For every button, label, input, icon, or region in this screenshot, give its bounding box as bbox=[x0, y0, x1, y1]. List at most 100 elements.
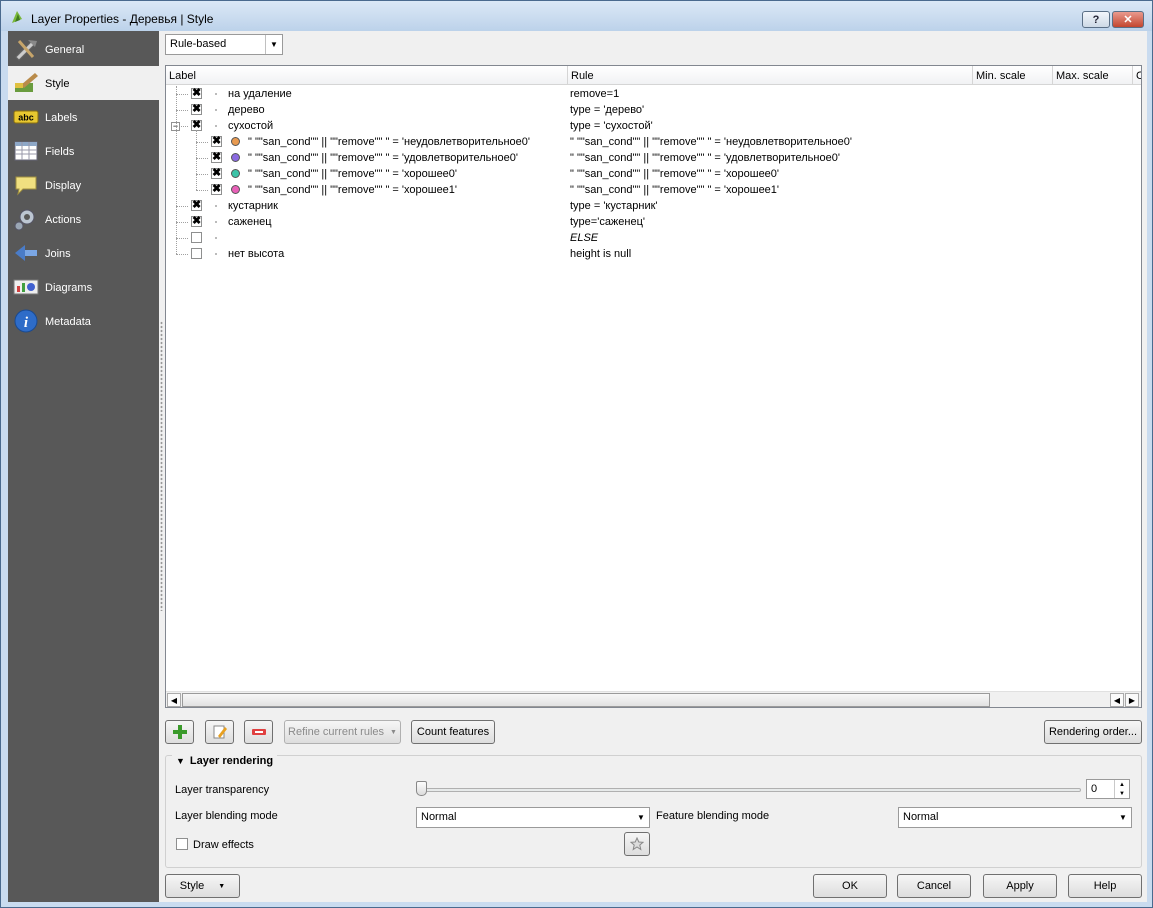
feature-blending-value: Normal bbox=[903, 811, 939, 823]
rule-row[interactable]: ✖ дерево type = 'дерево' bbox=[166, 102, 1141, 118]
layer-blending-value: Normal bbox=[421, 811, 457, 823]
column-header-min-scale[interactable]: Min. scale bbox=[973, 66, 1053, 85]
refine-rules-button[interactable]: Refine current rules ▼ bbox=[284, 720, 401, 744]
tree-branch-line bbox=[196, 190, 208, 191]
close-window-button[interactable]: ✕ bbox=[1112, 11, 1144, 28]
column-header-extra[interactable]: C bbox=[1133, 66, 1141, 85]
labels-icon: abc bbox=[13, 105, 39, 129]
horizontal-scrollbar[interactable]: ◀ ◀ ▶ bbox=[166, 691, 1141, 707]
diagrams-icon bbox=[13, 275, 39, 299]
rule-checkbox[interactable]: ✖ bbox=[191, 104, 202, 115]
rule-label: " ""san_cond"" || ""remove"" " = 'хороше… bbox=[248, 168, 458, 180]
scroll-left-end-icon[interactable]: ◀ bbox=[1110, 693, 1124, 707]
effects-settings-button[interactable] bbox=[624, 832, 650, 856]
rule-checkbox[interactable] bbox=[191, 232, 202, 243]
rule-row[interactable]: ✖ " ""san_cond"" || ""remove"" " = 'хорош… bbox=[166, 166, 1141, 182]
rule-checkbox[interactable]: ✖ bbox=[191, 88, 202, 99]
rule-checkbox[interactable]: ✖ bbox=[191, 216, 202, 227]
feature-blending-label: Feature blending mode bbox=[656, 810, 770, 822]
ok-button[interactable]: OK bbox=[813, 874, 887, 898]
add-rule-icon bbox=[172, 725, 187, 739]
help-button[interactable]: Help bbox=[1068, 874, 1142, 898]
apply-button[interactable]: Apply bbox=[983, 874, 1057, 898]
rule-checkbox[interactable]: ✖ bbox=[211, 136, 222, 147]
sidebar-item-label: General bbox=[45, 44, 85, 56]
rule-row[interactable]: ✖ " ""san_cond"" || ""remove"" " = 'неудо… bbox=[166, 134, 1141, 150]
sidebar-item-actions[interactable]: Actions bbox=[8, 202, 159, 236]
layer-blending-select[interactable]: Normal ▼ bbox=[416, 807, 650, 828]
column-header-max-scale[interactable]: Max. scale bbox=[1053, 66, 1133, 85]
rule-checkbox[interactable]: ✖ bbox=[191, 200, 202, 211]
sidebar-item-diagrams[interactable]: Diagrams bbox=[8, 270, 159, 304]
rule-checkbox[interactable] bbox=[191, 248, 202, 259]
rule-expression: type = 'дерево' bbox=[570, 104, 645, 116]
sidebar-item-style[interactable]: Style bbox=[8, 66, 159, 100]
star-icon bbox=[630, 837, 644, 851]
draw-effects-label: Draw effects bbox=[193, 839, 254, 851]
scroll-thumb[interactable] bbox=[182, 693, 990, 707]
scroll-left-icon[interactable]: ◀ bbox=[167, 693, 181, 707]
scroll-right-icon[interactable]: ▶ bbox=[1125, 693, 1139, 707]
sidebar: General Style abc Labels Fields Display Action… bbox=[8, 31, 159, 902]
column-header-rule[interactable]: Rule bbox=[568, 66, 973, 85]
spin-arrows-icon[interactable]: ▲ ▼ bbox=[1114, 780, 1129, 798]
symbol-swatch bbox=[215, 253, 217, 255]
sidebar-item-display[interactable]: Display bbox=[8, 168, 159, 202]
rule-expression: height is null bbox=[570, 248, 632, 260]
rule-row[interactable]: ✖ саженец type='саженец' bbox=[166, 214, 1141, 230]
rule-expression: type = 'кустарник' bbox=[570, 200, 658, 212]
rule-checkbox[interactable]: ✖ bbox=[211, 152, 222, 163]
transparency-slider-handle[interactable] bbox=[416, 781, 427, 796]
rule-checkbox[interactable]: ✖ bbox=[211, 184, 222, 195]
symbol-swatch bbox=[215, 109, 217, 111]
chevron-down-icon: ▼ bbox=[390, 728, 397, 736]
rule-row[interactable]: − ✖ сухостой type = 'сухостой' bbox=[166, 118, 1141, 134]
rule-label: саженец bbox=[228, 216, 272, 228]
count-features-button[interactable]: Count features bbox=[411, 720, 495, 744]
joins-icon bbox=[13, 241, 39, 265]
rule-row[interactable]: ELSE bbox=[166, 230, 1141, 246]
layer-rendering-group: ▼ Layer rendering Layer transparency 0 ▲ ▼… bbox=[165, 755, 1142, 868]
cancel-label: Cancel bbox=[916, 880, 952, 892]
transparency-label: Layer transparency bbox=[175, 784, 270, 796]
tree-branch-line bbox=[196, 174, 208, 175]
column-header-label[interactable]: Label bbox=[166, 66, 568, 85]
rule-row[interactable]: ✖ " ""san_cond"" || ""remove"" " = 'хорош… bbox=[166, 182, 1141, 198]
rules-tree[interactable]: Label Rule Min. scale Max. scale C ✖ на у… bbox=[165, 65, 1142, 708]
rule-label: нет высота bbox=[228, 248, 285, 260]
help-title-button[interactable]: ? bbox=[1082, 11, 1110, 28]
sidebar-item-fields[interactable]: Fields bbox=[8, 134, 159, 168]
sidebar-item-label: Joins bbox=[45, 248, 71, 260]
rule-row[interactable]: ✖ кустарник type = 'кустарник' bbox=[166, 198, 1141, 214]
transparency-spinbox[interactable]: 0 ▲ ▼ bbox=[1086, 779, 1130, 799]
collapse-triangle-icon[interactable]: ▼ bbox=[176, 756, 185, 766]
symbol-swatch bbox=[231, 169, 240, 178]
ok-label: OK bbox=[842, 880, 858, 892]
rule-label: на удаление bbox=[228, 88, 292, 100]
sidebar-item-metadata[interactable]: i Metadata bbox=[8, 304, 159, 338]
sidebar-item-general[interactable]: General bbox=[8, 32, 159, 66]
transparency-value: 0 bbox=[1091, 783, 1098, 795]
renderer-type-select[interactable]: Rule-based ▼ bbox=[165, 34, 283, 55]
splitter-handle[interactable] bbox=[160, 321, 163, 611]
sidebar-item-label: Style bbox=[45, 78, 70, 90]
sidebar-item-joins[interactable]: Joins bbox=[8, 236, 159, 270]
svg-text:abc: abc bbox=[18, 113, 34, 123]
add-rule-button[interactable] bbox=[165, 720, 194, 744]
edit-rule-button[interactable] bbox=[205, 720, 234, 744]
rule-checkbox[interactable]: ✖ bbox=[211, 168, 222, 179]
layer-rendering-title[interactable]: ▼ Layer rendering bbox=[172, 755, 278, 767]
rendering-order-button[interactable]: Rendering order... bbox=[1044, 720, 1142, 744]
rule-row[interactable]: ✖ " ""san_cond"" || ""remove"" " = 'удовл… bbox=[166, 150, 1141, 166]
cancel-button[interactable]: Cancel bbox=[897, 874, 971, 898]
draw-effects-checkbox[interactable] bbox=[176, 838, 188, 850]
rule-row[interactable]: нет высота height is null bbox=[166, 246, 1141, 262]
remove-rule-button[interactable] bbox=[244, 720, 273, 744]
sidebar-item-labels[interactable]: abc Labels bbox=[8, 100, 159, 134]
rule-expression: type = 'сухостой' bbox=[570, 120, 653, 132]
rule-row[interactable]: ✖ на удаление remove=1 bbox=[166, 86, 1141, 102]
transparency-slider-track[interactable] bbox=[416, 788, 1081, 792]
feature-blending-select[interactable]: Normal ▼ bbox=[898, 807, 1132, 828]
style-menu-button[interactable]: Style ▼ bbox=[165, 874, 240, 898]
rule-expression: ELSE bbox=[570, 232, 599, 244]
